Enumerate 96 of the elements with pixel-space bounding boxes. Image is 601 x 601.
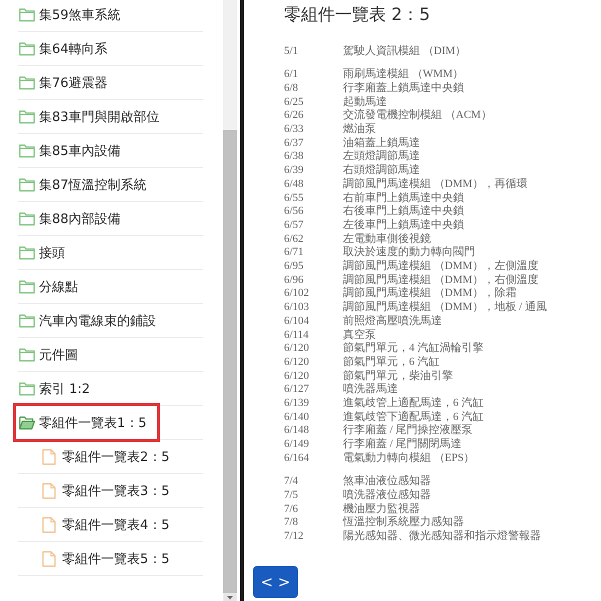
tree-item[interactable]: 零組件一覽表1：5 [13,403,160,442]
part-number: 6/25 [284,96,305,110]
tree-item[interactable]: 汽車內電線束的鋪設 [16,304,166,337]
part-name: 節氣門單元，6 汽缸 [343,356,440,370]
part-number: 7/8 [284,516,300,530]
file-icon [42,448,56,464]
part-name: 電氣動力轉向模組 （EPS） [343,452,475,466]
part-number: 6/33 [284,123,305,137]
part-number: 6/38 [284,150,305,164]
part-number: 6/140 [284,410,310,424]
part-name: 調節風門馬達模組 （DMM），除霜 [343,287,516,300]
part-number: 6/8 [284,82,300,96]
file-icon [42,482,56,498]
part-number: 6/103 [284,301,310,315]
file-icon [42,516,56,532]
part-name: 噴洗器液位感知器 [343,488,431,502]
part-number: 6/26 [284,109,305,124]
part-name: 節氣門單元，4 汽缸渦輪引擎 [343,342,484,356]
file-icon [42,550,56,566]
part-number: 6/127 [284,383,310,398]
part-name: 噴洗器馬達 [343,383,398,397]
part-number: 5/1 [284,45,300,59]
scrollbar-track[interactable] [223,0,237,601]
part-number: 6/95 [284,260,305,274]
tree-item[interactable]: 集59煞車系統 [16,0,131,31]
part-name: 恆溫控制系統壓力感知器 [343,516,464,530]
tree-item[interactable]: 集76避震器 [16,66,118,99]
part-name: 調節風門馬達模組 （DMM），再循環 [343,178,528,192]
part-number: 6/120 [284,370,310,384]
part-number: 6/71 [284,246,305,260]
part-name: 油箱蓋上鎖馬達 [343,136,420,150]
part-name: 節氣門單元，柴油引擎 [343,370,453,383]
part-number: 6/37 [284,136,305,150]
part-number: 7/4 [284,475,300,489]
tree-item[interactable]: 集83車門與開啟部位 [16,100,170,133]
part-number: 6/102 [284,287,310,302]
part-name: 調節風門馬達模組 （DMM），左側溫度 [343,260,538,274]
part-number: 6/149 [284,438,310,452]
part-number: 6/57 [284,218,305,233]
part-name: 左頭燈調節馬達 [343,150,420,164]
scroll-down-icon[interactable] [223,593,237,601]
part-name: 取決於速度的動力轉向閥門 [343,246,475,260]
part-name: 雨刷馬達模組 （WMM） [343,68,464,82]
part-number: 7/5 [284,488,300,502]
part-name: 左電動車側後視鏡 [343,232,431,246]
part-number: 6/55 [284,192,305,206]
part-name: 行李廂蓋 / 尾門關閉馬達 [343,438,462,452]
part-name: 左後車門上鎖馬達中央鎖 [343,218,464,233]
page-nav-button[interactable]: < > [253,566,298,598]
part-name: 機油壓力監視器 [343,502,420,516]
part-number: 7/12 [284,530,305,544]
part-name: 右後車門上鎖馬達中央鎖 [343,205,464,219]
tree-item[interactable]: 集85車內設備 [16,134,131,167]
part-name: 行李廂蓋 / 尾門操控液壓泵 [343,424,473,438]
part-name: 真空泵 [343,328,376,342]
part-number: 6/39 [284,164,305,178]
part-name: 煞車油液位感知器 [343,475,431,488]
tree-item[interactable]: 零組件一覽表4：5 [39,508,180,541]
tree-item[interactable]: 集64轉向系 [16,32,118,65]
part-name: 起動馬達 [343,96,387,108]
part-number: 6/139 [284,397,310,411]
part-number: 6/114 [284,328,310,342]
part-number: 6/1 [284,68,300,82]
part-number: 6/120 [284,342,310,356]
part-name: 右頭燈調節馬達 [343,164,420,178]
part-number: 6/62 [284,232,305,246]
part-name: 交流發電機控制模組 （ACM） [343,109,492,123]
tree-item[interactable]: 零組件一覽表2：5 [39,440,180,473]
part-number: 6/120 [284,356,310,370]
scrollbar-thumb[interactable] [223,130,237,593]
part-number: 6/164 [284,452,310,466]
tree-item[interactable]: 集88內部設備 [16,202,131,235]
part-name: 調節風門馬達模組 （DMM），右側溫度 [343,274,538,286]
part-number: 6/56 [284,205,305,219]
part-name: 進氣歧管下適配馬達，6 汽缸 [343,410,484,424]
tree-item[interactable]: 接頭 [16,236,75,269]
part-number: 6/96 [284,274,305,288]
document-title: 零組件一覽表 2：5 [284,4,432,26]
part-number: 6/48 [284,178,305,192]
part-number: 6/104 [284,314,310,329]
part-name: 陽光感知器、微光感知器和指示燈警報器 [343,530,541,544]
part-name: 行李廂蓋上鎖馬達中央鎖 [343,82,464,96]
part-name: 燃油泵 [343,123,376,136]
tree-item[interactable]: 元件圖 [16,338,88,371]
tree-item[interactable]: 分線點 [16,270,88,303]
tree-item[interactable]: 零組件一覽表5：5 [39,542,180,575]
part-name: 調節風門馬達模組 （DMM），地板 / 通風 [343,301,547,314]
part-name: 右前車門上鎖馬達中央鎖 [343,192,464,205]
part-name: 進氣歧管上適配馬達，6 汽缸 [343,397,484,410]
part-name: 駕駛人資訊模組 （DIM） [343,45,466,59]
part-name: 前照燈高壓噴洗馬達 [343,314,442,328]
tree-item[interactable]: 零組件一覽表3：5 [39,474,180,507]
tree-item[interactable]: 索引 1:2 [16,372,100,405]
part-number: 6/148 [284,424,310,438]
tree-item[interactable]: 集87恆溫控制系統 [16,168,157,201]
part-number: 7/6 [284,502,300,516]
